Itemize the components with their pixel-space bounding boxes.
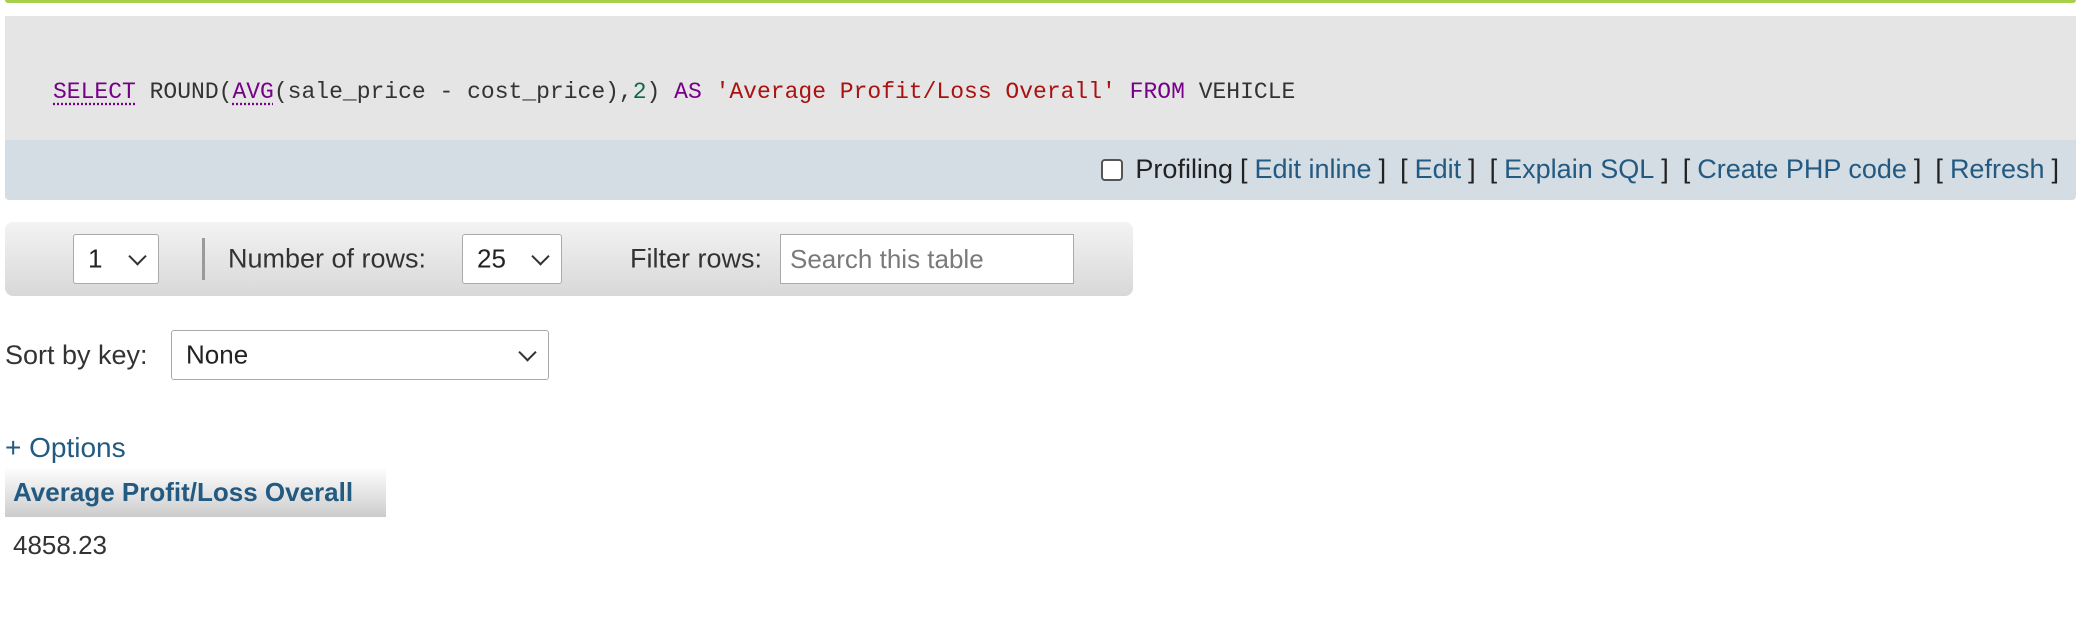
chevron-down-icon — [128, 247, 147, 266]
profiling-checkbox[interactable] — [1101, 158, 1124, 181]
bracket-close: ] — [1378, 154, 1387, 184]
sql-query-toolbar: Profiling [Edit inline] [Edit] [Explain … — [5, 140, 2076, 200]
success-message-border — [5, 0, 2076, 3]
options-link[interactable]: + Options — [5, 432, 126, 464]
sort-select-value: None — [186, 339, 249, 370]
sql-keyword-as: AS — [674, 79, 702, 105]
sql-keyword-select[interactable]: SELECT — [53, 79, 136, 105]
create-php-code-link[interactable]: Create PHP code — [1697, 154, 1907, 185]
bracket-open: [ — [1682, 154, 1691, 184]
profiling-label[interactable]: Profiling — [1135, 154, 1233, 185]
nav-divider — [202, 238, 205, 280]
sql-precision-number: 2 — [632, 79, 647, 105]
sql-arguments: (sale_price - cost_price), — [273, 79, 633, 105]
bracket-open: [ — [1935, 154, 1943, 184]
bracket-open: [ — [1400, 154, 1408, 184]
sql-keyword-from: FROM — [1129, 79, 1185, 105]
filter-rows-input[interactable]: Search this table — [780, 234, 1074, 284]
rows-label: Number of rows: — [228, 243, 427, 274]
filter-rows-label: Filter rows: — [630, 243, 763, 274]
explain-sql-link[interactable]: Explain SQL — [1504, 154, 1654, 185]
sort-by-key-label: Sort by key: — [5, 340, 148, 370]
sql-function-round: ROUND( — [135, 79, 233, 105]
sql-table-name: VEHICLE — [1198, 79, 1296, 105]
bracket-close: ] — [1661, 154, 1669, 184]
page-select[interactable]: 1 — [73, 234, 159, 284]
sql-query-box: SELECT ROUND(AVG(sale_price - cost_price… — [5, 16, 2076, 140]
results-table: Average Profit/Loss Overall 4858.23 — [5, 467, 386, 573]
table-header-row: Average Profit/Loss Overall — [5, 467, 386, 517]
sql-query-text: SELECT ROUND(AVG(sale_price - cost_price… — [53, 79, 1295, 105]
query-results-page: SELECT ROUND(AVG(sale_price - cost_price… — [0, 0, 2080, 620]
sql-action-links: Profiling [Edit inline] [Edit] [Explain … — [1101, 154, 2066, 185]
sql-function-avg[interactable]: AVG — [232, 79, 273, 105]
sql-alias-string: 'Average Profit/Loss Overall' — [715, 79, 1116, 105]
edit-link[interactable]: Edit — [1415, 154, 1462, 185]
bracket-open: [ — [1489, 154, 1498, 184]
navigation-bar: 1 Number of rows: 25 Filter rows: Search… — [5, 222, 1133, 296]
sql-close-paren: ) — [646, 79, 675, 105]
rows-select-value: 25 — [477, 243, 506, 274]
table-cell: 4858.23 — [13, 529, 107, 560]
page-select-value: 1 — [88, 243, 103, 274]
table-row: 4858.23 — [5, 517, 386, 573]
bracket-close: ] — [1913, 154, 1922, 184]
rows-select[interactable]: 25 — [462, 234, 562, 284]
bracket-close: ] — [2051, 154, 2059, 184]
bracket-open: [ — [1239, 154, 1248, 184]
column-header-average-profit-loss[interactable]: Average Profit/Loss Overall — [5, 467, 386, 517]
chevron-down-icon — [518, 343, 537, 362]
edit-inline-link[interactable]: Edit inline — [1254, 154, 1371, 185]
refresh-link[interactable]: Refresh — [1950, 154, 2045, 185]
bracket-close: ] — [1468, 154, 1476, 184]
chevron-down-icon — [531, 247, 550, 266]
sort-by-key-select[interactable]: None — [171, 330, 549, 380]
